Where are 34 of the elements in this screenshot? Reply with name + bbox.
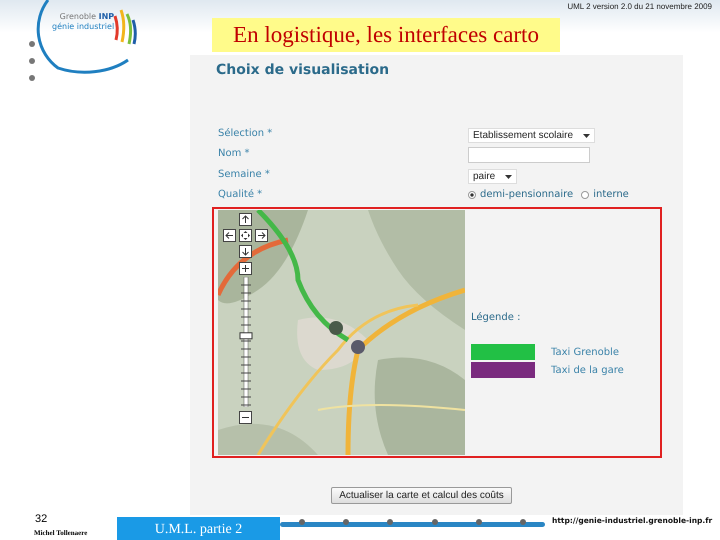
- select-field[interactable]: Etablissement scolaire: [468, 128, 596, 144]
- bullet-icon: [29, 41, 35, 47]
- pan-arrow-icon[interactable]: [239, 245, 252, 258]
- field-label: Sélection *: [218, 128, 274, 139]
- field-label: Semaine *: [218, 168, 271, 180]
- section-label: U.M.L. partie 2: [117, 517, 280, 540]
- pan-arrow-icon[interactable]: [239, 213, 252, 226]
- logo-school: génie industriel: [52, 22, 114, 32]
- select-field[interactable]: paire: [468, 169, 518, 184]
- caret-icon: [505, 174, 512, 179]
- zoom-slider[interactable]: [238, 277, 252, 407]
- legend-title: Légende :: [471, 312, 522, 323]
- logo-city: Grenoble: [60, 12, 96, 21]
- caret-icon: [583, 134, 590, 138]
- form-heading: Choix de visualisation: [215, 61, 390, 80]
- bullet-icon: [29, 75, 35, 81]
- legend-label: Taxi de la gare: [551, 364, 624, 376]
- radio-option[interactable]: interne: [581, 189, 629, 200]
- logo-mark: INP: [98, 12, 114, 21]
- radio-option[interactable]: demi-pensionnaire: [468, 189, 574, 200]
- pan-arrow-icon[interactable]: [223, 229, 236, 242]
- version-note: UML 2 version 2.0 du 21 novembre 2009: [567, 2, 712, 11]
- zoom-out-icon[interactable]: [239, 411, 252, 424]
- field-label: Nom *: [218, 148, 251, 160]
- bullet-icon: [29, 58, 35, 64]
- field-label: Qualité *: [218, 189, 264, 200]
- input-field[interactable]: [468, 146, 590, 163]
- slide-title: En logistique, les interfaces carto: [212, 18, 560, 52]
- update-button[interactable]: Actualiser la carte et calcul des coûts: [331, 487, 512, 504]
- pan-arrow-icon[interactable]: [255, 229, 268, 242]
- center-icon[interactable]: [239, 229, 252, 242]
- page-number: 32: [34, 513, 48, 525]
- zoom-in-icon[interactable]: [239, 262, 252, 275]
- legend-label: Taxi Grenoble: [551, 346, 619, 358]
